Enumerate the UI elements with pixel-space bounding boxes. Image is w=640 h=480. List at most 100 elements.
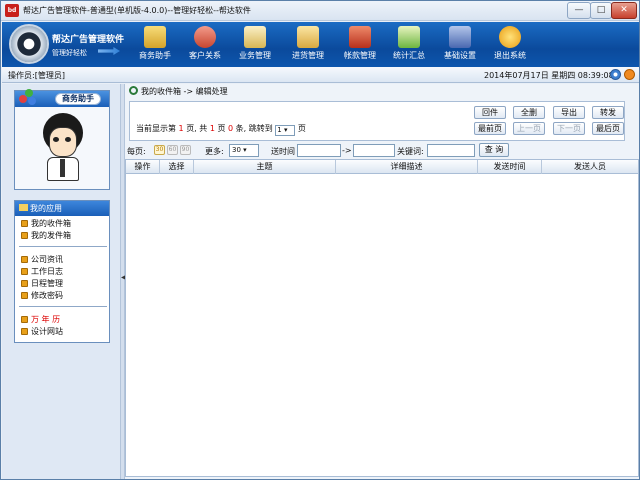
hexagon-icon bbox=[21, 220, 28, 227]
first-page-button[interactable]: 最前页 bbox=[474, 122, 506, 135]
app-icon: bd bbox=[5, 4, 19, 17]
help-icon[interactable] bbox=[624, 69, 635, 80]
page-size-30[interactable]: 30 bbox=[154, 145, 165, 155]
nav-business-management[interactable]: 业务管理 bbox=[229, 24, 281, 65]
prev-page-button[interactable]: 上一页 bbox=[513, 122, 545, 135]
menu-divider bbox=[19, 246, 107, 247]
nav-business-helper[interactable]: 商务助手 bbox=[129, 24, 181, 65]
current-page: 1 bbox=[178, 124, 184, 133]
page-size-90[interactable]: 90 bbox=[180, 145, 191, 155]
last-page-button[interactable]: 最后页 bbox=[592, 122, 624, 135]
apps-panel-header: 我的应用 bbox=[15, 201, 109, 216]
page-jump-select[interactable]: 1 ▾ bbox=[275, 125, 296, 136]
menu-divider bbox=[19, 306, 107, 307]
column-header-sender[interactable]: 发送人员 bbox=[542, 160, 638, 174]
pager-text: 条, 跳转到 bbox=[235, 124, 273, 133]
pager-info: 当前显示第 1 页, 共 1 页 0 条, 跳转到 1 ▾ 页 bbox=[136, 123, 306, 136]
helper-title: 商务助手 bbox=[55, 93, 101, 105]
nav-label: 退出系统 bbox=[494, 51, 526, 60]
folder-icon bbox=[19, 204, 28, 211]
chart-icon bbox=[398, 26, 420, 48]
send-time-label: 送时间 bbox=[271, 147, 295, 156]
book-icon bbox=[449, 26, 471, 48]
menu-item-change-password[interactable]: 修改密码 bbox=[21, 290, 63, 302]
arrow-icon bbox=[98, 47, 120, 55]
maximize-button[interactable]: □ bbox=[590, 2, 612, 19]
more-select[interactable]: 30 ▾ bbox=[229, 144, 259, 157]
apps-panel-title: 我的应用 bbox=[30, 204, 62, 213]
table-header: 操作 选择 主题 详细描述 发送时间 发送人员 bbox=[126, 160, 638, 174]
menu-item-label: 我的发件箱 bbox=[31, 231, 71, 240]
menu-item-label: 工作日志 bbox=[31, 267, 63, 276]
title-bar[interactable]: bd 帮达广告管理软件-普通型(单机版-4.0.0)--管理好轻松--帮达软件 … bbox=[1, 1, 639, 21]
keyword-label: 关键词: bbox=[397, 147, 424, 156]
filter-bar: 每页: 30 60 90 更多: 30 ▾ 送时间 -> 关键词: 查 询 bbox=[127, 143, 637, 158]
window-title: 帮达广告管理软件-普通型(单机版-4.0.0)--管理好轻松--帮达软件 bbox=[23, 6, 251, 15]
exit-icon bbox=[499, 26, 521, 48]
total-pages: 1 bbox=[209, 124, 215, 133]
refresh-icon[interactable] bbox=[610, 69, 621, 80]
nav-label: 基础设置 bbox=[444, 51, 476, 60]
menu-item-work-log[interactable]: 工作日志 bbox=[21, 266, 63, 278]
per-page-label: 每页: bbox=[127, 147, 146, 156]
hexagon-icon bbox=[21, 316, 28, 323]
date-time: 2014年07月17日 星期四 08:39:08 bbox=[484, 71, 614, 80]
menu-item-company-news[interactable]: 公司资讯 bbox=[21, 254, 63, 266]
end-time-input[interactable] bbox=[353, 144, 395, 157]
nav-label: 进货管理 bbox=[292, 51, 324, 60]
menu-item-label: 修改密码 bbox=[31, 291, 63, 300]
pager-panel: 当前显示第 1 页, 共 1 页 0 条, 跳转到 1 ▾ 页 回件 全删 导出… bbox=[129, 101, 625, 141]
cluster-icon bbox=[19, 89, 37, 107]
minimize-button[interactable]: — bbox=[567, 2, 591, 19]
menu-item-schedule[interactable]: 日程管理 bbox=[21, 278, 63, 290]
brand-slogan: 管理好轻松 bbox=[52, 49, 87, 57]
status-bar: 操作员:[管理员] 2014年07月17日 星期四 08:39:08 bbox=[2, 67, 639, 83]
menu-item-label: 设计网站 bbox=[31, 327, 63, 336]
column-header-actions[interactable]: 操作 bbox=[126, 160, 160, 174]
nav-label: 帐款管理 bbox=[344, 51, 376, 60]
nav-statistics[interactable]: 统计汇总 bbox=[383, 24, 435, 65]
page-size-60[interactable]: 60 bbox=[167, 145, 178, 155]
nav-basic-settings[interactable]: 基础设置 bbox=[434, 24, 486, 65]
column-header-subject[interactable]: 主题 bbox=[194, 160, 336, 174]
nav-exit-system[interactable]: 退出系统 bbox=[484, 24, 536, 65]
keyword-input[interactable] bbox=[427, 144, 475, 157]
column-header-send-time[interactable]: 发送时间 bbox=[478, 160, 542, 174]
nav-accounts-management[interactable]: 帐款管理 bbox=[334, 24, 386, 65]
close-button[interactable]: ✕ bbox=[611, 2, 637, 19]
clipboard-icon bbox=[244, 26, 266, 48]
delete-all-button[interactable]: 全删 bbox=[513, 106, 545, 119]
hexagon-icon bbox=[21, 292, 28, 299]
hexagon-icon bbox=[21, 256, 28, 263]
query-button[interactable]: 查 询 bbox=[479, 143, 509, 157]
operator-label: 操作员:[管理员] bbox=[8, 71, 65, 80]
menu-item-label: 公司资讯 bbox=[31, 255, 63, 264]
menu-item-design-website[interactable]: 设计网站 bbox=[21, 326, 63, 338]
start-time-input[interactable] bbox=[297, 144, 341, 157]
more-label: 更多: bbox=[205, 147, 224, 156]
people-icon bbox=[194, 26, 216, 48]
apps-panel: 我的应用 我的收件箱 我的发件箱 公司资讯 工作日志 日程管理 修改密码 万 年… bbox=[14, 200, 110, 343]
column-header-description[interactable]: 详细描述 bbox=[336, 160, 478, 174]
logo-icon bbox=[9, 24, 49, 64]
column-header-select[interactable]: 选择 bbox=[160, 160, 194, 174]
helper-panel: 商务助手 bbox=[14, 89, 110, 190]
menu-item-label: 万 年 历 bbox=[31, 315, 61, 324]
hexagon-icon bbox=[21, 268, 28, 275]
message-table: 操作 选择 主题 详细描述 发送时间 发送人员 bbox=[125, 159, 639, 477]
menu-item-outbox[interactable]: 我的发件箱 bbox=[21, 230, 71, 242]
export-button[interactable]: 导出 bbox=[553, 106, 585, 119]
menu-item-inbox[interactable]: 我的收件箱 bbox=[21, 218, 71, 230]
reply-button[interactable]: 回件 bbox=[474, 106, 506, 119]
breadcrumb-text: 我的收件箱 -> 编辑处理 bbox=[141, 87, 228, 96]
forward-button[interactable]: 转发 bbox=[592, 106, 624, 119]
nav-purchase-management[interactable]: 进货管理 bbox=[282, 24, 334, 65]
menu-item-label: 我的收件箱 bbox=[31, 219, 71, 228]
hexagon-icon bbox=[21, 280, 28, 287]
nav-customer-relations[interactable]: 客户关系 bbox=[179, 24, 231, 65]
money-arrow-icon bbox=[349, 26, 371, 48]
total-count: 0 bbox=[228, 124, 234, 133]
menu-item-calendar[interactable]: 万 年 历 bbox=[21, 314, 60, 326]
next-page-button[interactable]: 下一页 bbox=[553, 122, 585, 135]
briefcase-pen-icon bbox=[144, 26, 166, 48]
